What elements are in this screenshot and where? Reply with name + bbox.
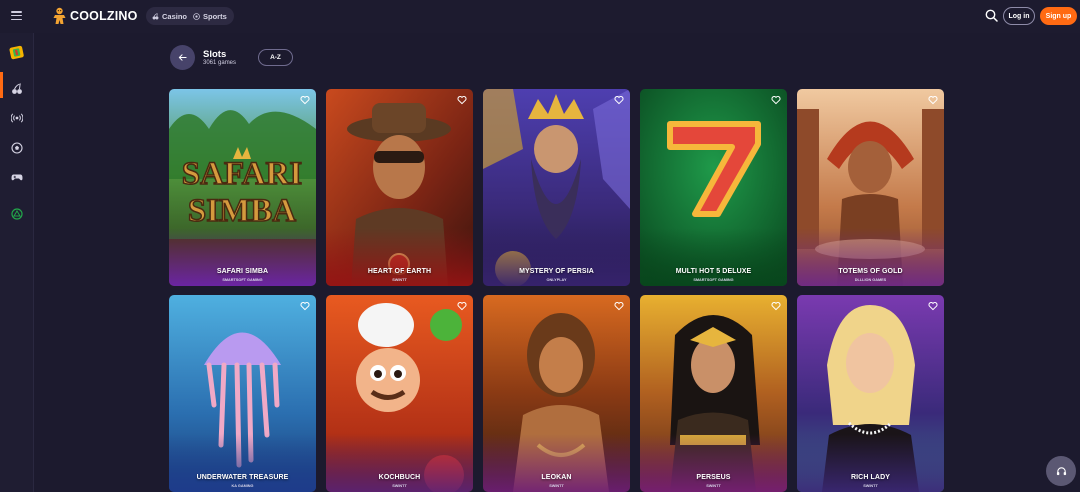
logo[interactable]: COOLZINO [52, 6, 138, 26]
search-icon[interactable] [985, 9, 998, 22]
game-title: Underwater Treasure [196, 474, 289, 481]
game-provider: Swintt [392, 484, 407, 488]
game-title: Safari Simba [216, 268, 269, 275]
heart-icon[interactable] [300, 301, 310, 311]
soccer-ball-icon [10, 141, 23, 154]
game-title: Multi Hot 5 Deluxe [675, 268, 752, 275]
heart-icon[interactable] [457, 301, 467, 311]
live-broadcast-icon [10, 112, 23, 123]
game-card[interactable]: SAFARI SIMBA Safari Simba Smartsoft Gami… [169, 89, 316, 286]
game-title: Leokan [541, 474, 572, 481]
game-card[interactable]: Leokan Swintt [483, 295, 630, 492]
gamepad-icon [11, 174, 22, 180]
back-button[interactable] [170, 45, 195, 70]
product-switch: Casino Sports [146, 7, 234, 25]
heart-icon[interactable] [928, 95, 938, 105]
menu-icon[interactable] [11, 11, 22, 20]
game-title: Totems of Gold [838, 268, 903, 275]
svg-text:SAFARI: SAFARI [182, 156, 302, 192]
game-card[interactable]: Totems of Gold Dlllion Games [797, 89, 944, 286]
game-provider: Swintt [392, 278, 407, 282]
game-title: Perseus [696, 474, 731, 481]
heart-icon[interactable] [300, 95, 310, 105]
ball-icon [193, 12, 200, 20]
login-button[interactable]: Log in [1003, 7, 1035, 25]
game-title: Mystery of Persia [519, 268, 594, 275]
signup-button[interactable]: Sign up [1040, 7, 1077, 25]
game-provider: Swintt [863, 484, 878, 488]
game-card[interactable]: Multi Hot 5 Deluxe Smartsoft Gaming [640, 89, 787, 286]
game-card[interactable]: Heart of Earth Swintt [326, 89, 473, 286]
game-provider: Onlyplay [546, 278, 567, 282]
nav-casino-label: Casino [162, 11, 188, 21]
heart-icon[interactable] [771, 301, 781, 311]
heart-icon[interactable] [771, 95, 781, 105]
heart-icon[interactable] [457, 95, 467, 105]
page-title: Slots [203, 49, 227, 60]
game-provider: Swintt [549, 484, 564, 488]
sidebar-item-lobby[interactable] [9, 44, 24, 59]
gingerbread-logo-icon [53, 7, 66, 24]
game-provider: Dlllion Games [854, 278, 887, 282]
game-provider: Swintt [706, 484, 721, 488]
sidebar-item-live[interactable] [9, 110, 24, 125]
heart-icon[interactable] [928, 301, 938, 311]
game-provider: Smartsoft Gaming [693, 278, 734, 282]
game-title: Heart of Earth [367, 268, 432, 275]
heart-icon[interactable] [614, 301, 624, 311]
sidebar-active-indicator [0, 72, 3, 98]
nav-sports[interactable]: Sports [193, 12, 227, 21]
nav-casino[interactable]: Casino [152, 12, 187, 21]
nav-sports-label: Sports [203, 11, 227, 21]
sidebar-item-slots[interactable] [9, 81, 24, 96]
sort-button[interactable]: A-Z [258, 49, 293, 66]
svg-text:SIMBA: SIMBA [188, 193, 296, 229]
game-card[interactable]: Kochbuch Swintt [326, 295, 473, 492]
logo-text: COOLZINO [70, 9, 138, 23]
game-card[interactable]: Underwater Treasure KA Gaming [169, 295, 316, 492]
game-provider: KA Gaming [231, 484, 254, 488]
slots-lobby-icon [9, 45, 24, 59]
game-title: Kochbuch [378, 474, 421, 481]
games-count: 3061 games [203, 60, 237, 66]
cherries-icon [11, 83, 22, 94]
top-bar: COOLZINO Casino Sports Log in Sign up [0, 0, 1080, 33]
game-title: Rich Lady [850, 474, 890, 481]
support-chat-button[interactable] [1046, 456, 1076, 486]
games-grid: SAFARI SIMBA Safari Simba Smartsoft Gami… [169, 89, 944, 492]
game-card[interactable]: Mystery of Persia Onlyplay [483, 89, 630, 286]
sidebar [0, 33, 34, 492]
sidebar-item-games[interactable] [9, 169, 24, 184]
headset-icon [1056, 466, 1066, 475]
esports-icon [10, 207, 23, 220]
game-provider: Smartsoft Gaming [222, 278, 263, 282]
arrow-left-icon [178, 54, 187, 61]
game-card[interactable]: Perseus Swintt [640, 295, 787, 492]
sidebar-item-sports[interactable] [9, 140, 24, 155]
heart-icon[interactable] [614, 95, 624, 105]
cherries-icon [152, 12, 159, 19]
game-card[interactable]: Rich Lady Swintt [797, 295, 944, 492]
sidebar-item-esports[interactable] [9, 206, 24, 221]
